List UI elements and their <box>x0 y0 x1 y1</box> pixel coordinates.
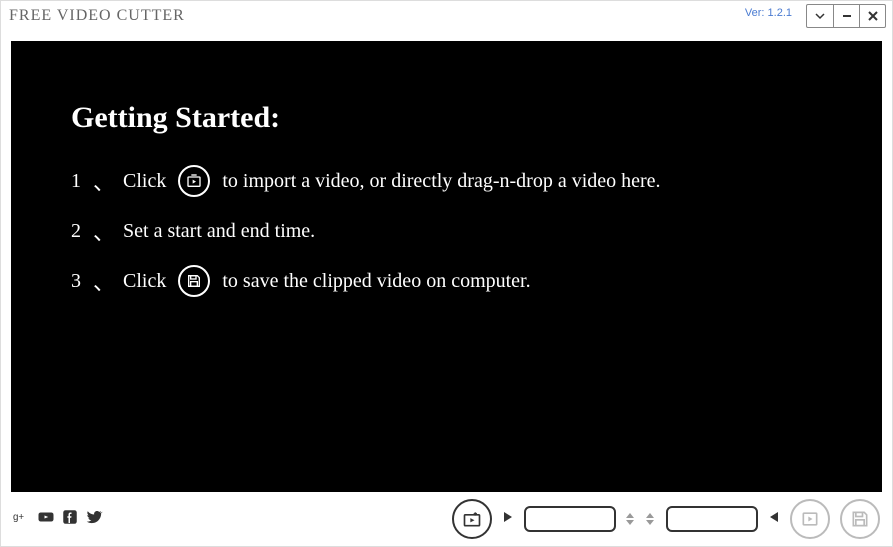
version-link[interactable]: Ver: 1.2.1 <box>745 7 792 19</box>
bottom-toolbar: g+ <box>1 492 892 546</box>
start-time-spinner[interactable] <box>626 513 636 525</box>
save-icon <box>178 265 210 297</box>
social-links: g+ <box>13 508 103 531</box>
end-time-input[interactable] <box>666 506 758 532</box>
svg-text:g+: g+ <box>13 512 24 523</box>
googleplus-icon[interactable]: g+ <box>13 508 31 531</box>
guide-step-3: 3 、 Click to save the clipped video on c… <box>71 265 842 297</box>
window-controls <box>806 4 886 28</box>
step-text: Click <box>123 170 166 193</box>
youtube-icon[interactable] <box>37 508 55 531</box>
close-button[interactable] <box>859 5 885 27</box>
app-window: FREE VIDEO CUTTER Ver: 1.2.1 Getting Sta… <box>0 0 893 547</box>
title-bar: FREE VIDEO CUTTER Ver: 1.2.1 <box>1 1 892 31</box>
end-time-spinner[interactable] <box>646 513 656 525</box>
bullet-separator: 、 <box>93 215 115 247</box>
start-marker-icon[interactable] <box>502 510 514 529</box>
step-number: 3 <box>71 270 81 293</box>
bullet-separator: 、 <box>93 165 115 197</box>
import-icon <box>178 165 210 197</box>
end-marker-icon[interactable] <box>768 510 780 529</box>
minimize-button[interactable] <box>833 5 859 27</box>
guide-heading: Getting Started: <box>71 101 842 135</box>
app-title: FREE VIDEO CUTTER <box>9 7 185 25</box>
step-number: 2 <box>71 220 81 243</box>
step-text: Click <box>123 270 166 293</box>
step-number: 1 <box>71 170 81 193</box>
import-button[interactable] <box>452 499 492 539</box>
playback-controls <box>452 499 880 539</box>
bullet-separator: 、 <box>93 265 115 297</box>
step-text: to import a video, or directly drag-n-dr… <box>222 170 660 193</box>
step-text: Set a start and end time. <box>123 220 315 243</box>
dropdown-button[interactable] <box>807 5 833 27</box>
step-text: to save the clipped video on computer. <box>222 270 530 293</box>
video-drop-area[interactable]: Getting Started: 1 、 Click to import a v… <box>11 41 882 492</box>
twitter-icon[interactable] <box>85 508 103 531</box>
preview-button[interactable] <box>790 499 830 539</box>
save-button[interactable] <box>840 499 880 539</box>
guide-step-1: 1 、 Click to import a video, or directly… <box>71 165 842 197</box>
guide-step-2: 2 、 Set a start and end time. <box>71 215 842 247</box>
facebook-icon[interactable] <box>61 508 79 531</box>
start-time-input[interactable] <box>524 506 616 532</box>
